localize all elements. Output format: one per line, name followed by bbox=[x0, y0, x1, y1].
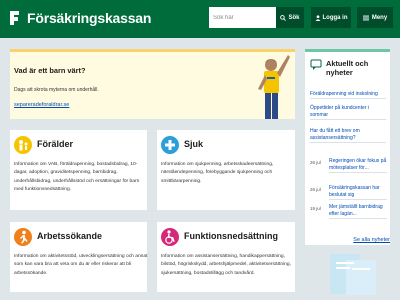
banner-text: Dags att skrota myterna om underhåll. bbox=[14, 87, 99, 93]
card-text: Information om assistansersättning, hand… bbox=[161, 254, 291, 276]
parent-child-icon bbox=[14, 136, 32, 154]
card-title: Sjuk bbox=[184, 139, 204, 149]
card-arbetssokande[interactable]: Arbetssökande Information om aktivitetss… bbox=[10, 222, 147, 292]
news-sidebar: Aktuellt och nyheter Föräldrapenning vid… bbox=[305, 49, 390, 245]
card-foralder[interactable]: Förälder Information om VAB, föräldrapen… bbox=[10, 130, 147, 210]
news-title: Aktuellt och nyheter bbox=[326, 59, 369, 77]
campaign-banner: Vad är ett barn värt? Dags att skrota my… bbox=[10, 49, 295, 119]
news-item[interactable]: Försäkringskassan har beslutat sig bbox=[329, 185, 387, 200]
banner-title: Vad är ett barn värt? bbox=[14, 66, 86, 75]
news-item[interactable]: Har du fått ett brev om assistansersättn… bbox=[310, 128, 386, 143]
chat-icon bbox=[310, 59, 322, 70]
logo-text: Försäkringskassan bbox=[27, 10, 152, 26]
news-item[interactable]: Regeringen ökar fokus på mötesplatser fö… bbox=[329, 158, 387, 173]
card-title: Funktionsnedsättning bbox=[184, 231, 278, 241]
card-title: Arbetssökande bbox=[37, 231, 103, 241]
card-text: Information om aktivitetsstöd, utvecklin… bbox=[14, 254, 148, 276]
card-text: Information om VAB, föräldrapenning, bos… bbox=[14, 162, 140, 193]
search-button[interactable]: Sök bbox=[276, 7, 304, 28]
menu-button-label: Meny bbox=[371, 14, 388, 21]
menu-button[interactable]: Meny bbox=[357, 7, 393, 28]
card-funktionsnedsattning[interactable]: Funktionsnedsättning Information om assi… bbox=[157, 222, 295, 292]
logo-mark-icon bbox=[10, 11, 19, 25]
documents-illustration bbox=[330, 254, 376, 295]
news-date: 26 jul bbox=[310, 187, 321, 192]
search-icon bbox=[280, 14, 287, 21]
news-date: 19 jul bbox=[310, 206, 321, 211]
news-header: Aktuellt och nyheter bbox=[310, 59, 388, 77]
search-button-label: Sök bbox=[288, 14, 300, 21]
news-item[interactable]: Föräldrapenning vid inskolning bbox=[310, 91, 386, 99]
child-illustration bbox=[258, 55, 290, 119]
news-item[interactable]: Öppettider på kundcenter i sommar bbox=[310, 105, 386, 120]
news-date: 26 jul bbox=[310, 160, 321, 165]
login-button[interactable]: Logga in bbox=[311, 7, 351, 28]
card-title: Förälder bbox=[37, 139, 74, 149]
user-icon bbox=[315, 14, 320, 21]
card-text: Information om sjukpenning, arbetsskadee… bbox=[161, 162, 274, 184]
login-button-label: Logga in bbox=[322, 14, 348, 21]
search-input[interactable] bbox=[209, 7, 276, 28]
banner-link[interactable]: separeradeforaldrar.se bbox=[14, 102, 69, 108]
logo[interactable]: Försäkringskassan bbox=[7, 9, 151, 27]
site-header: Försäkringskassan Sök Logga in Meny bbox=[0, 0, 400, 38]
medical-icon bbox=[161, 136, 179, 154]
hamburger-icon bbox=[362, 15, 369, 20]
all-news-link[interactable]: Se alla nyheter bbox=[310, 237, 390, 243]
person-running-icon bbox=[14, 228, 32, 246]
news-item[interactable]: Mer jämställt barnbidrag efter lagän... bbox=[329, 204, 387, 219]
card-sjuk[interactable]: Sjuk Information om sjukpenning, arbetss… bbox=[157, 130, 295, 210]
wheelchair-icon bbox=[161, 228, 179, 246]
